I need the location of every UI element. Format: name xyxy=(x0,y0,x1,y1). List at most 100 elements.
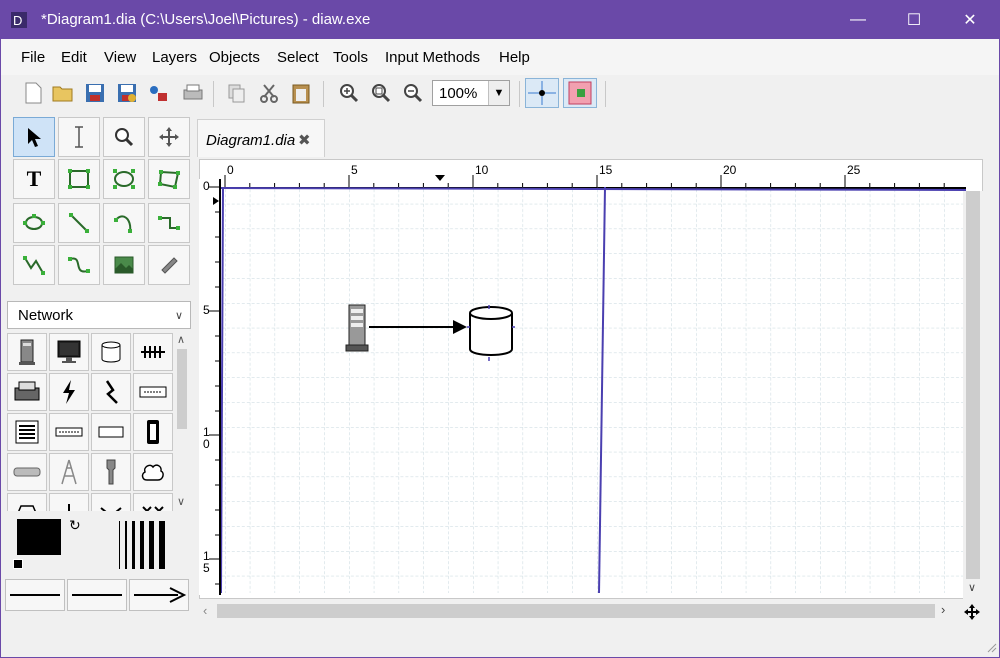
antenna-shape[interactable] xyxy=(49,453,89,491)
chevron-right-icon[interactable]: › xyxy=(941,602,945,617)
wireless-shape[interactable] xyxy=(91,453,131,491)
magnify-icon xyxy=(115,128,134,147)
flat-terminal-shape[interactable] xyxy=(91,413,131,451)
switch-shape[interactable] xyxy=(91,493,131,511)
server-shape[interactable] xyxy=(345,304,369,352)
patch-panel-icon xyxy=(147,420,159,444)
zoom-value[interactable]: 100% xyxy=(439,85,477,102)
zoom-in-icon[interactable] xyxy=(337,81,361,105)
copy-icon[interactable] xyxy=(225,81,249,105)
menu-input-methods[interactable]: Input Methods xyxy=(385,49,480,66)
close-icon[interactable]: ✕ xyxy=(947,1,993,39)
canvas-horizontal-scrollbar[interactable]: ‹ › xyxy=(199,599,959,623)
antenna-icon xyxy=(61,459,77,485)
snap-to-objects-icon[interactable] xyxy=(563,78,597,108)
paste-icon[interactable] xyxy=(289,81,313,105)
computer-tower-shape[interactable] xyxy=(7,333,47,371)
text-tool[interactable]: T xyxy=(13,159,55,199)
save-as-icon[interactable] xyxy=(115,81,139,105)
modem-shape[interactable] xyxy=(133,373,173,411)
tab-label[interactable]: Diagram1.dia xyxy=(206,132,295,149)
chevron-up-icon[interactable]: ∧ xyxy=(177,333,185,346)
firewall-shape[interactable] xyxy=(7,493,47,511)
menu-tools[interactable]: Tools xyxy=(333,49,368,66)
foreground-color-swatch[interactable] xyxy=(17,519,61,555)
arc-tool[interactable] xyxy=(103,203,145,243)
bus-shape[interactable] xyxy=(133,333,173,371)
cloud-shape[interactable] xyxy=(133,453,173,491)
bridge-shape[interactable] xyxy=(133,493,173,511)
line-tool[interactable] xyxy=(58,203,100,243)
zoom-fit-icon[interactable] xyxy=(369,81,393,105)
new-icon[interactable] xyxy=(21,81,45,105)
cut-icon[interactable] xyxy=(257,81,281,105)
box-tool[interactable] xyxy=(58,159,100,199)
zoom-combo[interactable]: 100% ▼ xyxy=(432,80,510,106)
storage-shape[interactable] xyxy=(91,333,131,371)
bezier-line-tool[interactable] xyxy=(58,245,100,285)
database-shape[interactable] xyxy=(467,305,515,361)
canvas-vertical-scrollbar[interactable]: ∨ xyxy=(963,191,983,599)
printer-shape[interactable] xyxy=(7,373,47,411)
save-icon[interactable] xyxy=(83,81,107,105)
text-edit-tool[interactable] xyxy=(58,117,100,157)
rack-shape[interactable] xyxy=(7,413,47,451)
open-icon[interactable] xyxy=(51,81,75,105)
magnify-tool[interactable] xyxy=(103,117,145,157)
end-arrow-selector[interactable] xyxy=(129,579,189,611)
ellipse-tool[interactable] xyxy=(103,159,145,199)
minimize-icon[interactable]: — xyxy=(835,1,881,39)
wireless-icon xyxy=(106,459,116,485)
horizontal-scroll-thumb[interactable] xyxy=(217,604,935,618)
polygon-tool[interactable] xyxy=(148,159,190,199)
sheet-selector[interactable]: Network ∨ xyxy=(7,301,191,329)
chevron-down-icon[interactable]: ∨ xyxy=(177,495,185,508)
print-icon[interactable] xyxy=(181,81,205,105)
crossroads-shape[interactable] xyxy=(49,493,89,511)
pointer-tool[interactable] xyxy=(13,117,55,157)
monitor-shape[interactable] xyxy=(49,333,89,371)
navigate-icon[interactable] xyxy=(963,603,981,621)
tab-diagram1[interactable]: Diagram1.dia ✖ xyxy=(197,119,325,157)
zoom-out-icon[interactable] xyxy=(401,81,425,105)
menu-file[interactable]: File xyxy=(21,49,45,66)
maximize-icon[interactable]: ☐ xyxy=(891,1,937,39)
drawing-canvas[interactable] xyxy=(221,187,966,593)
chevron-down-icon[interactable]: ▼ xyxy=(488,81,509,105)
snap-to-grid-icon[interactable] xyxy=(525,78,559,108)
menu-help[interactable]: Help xyxy=(499,49,530,66)
default-colors-icon[interactable] xyxy=(13,559,23,569)
line-width-selector[interactable] xyxy=(113,519,169,571)
menu-view[interactable]: View xyxy=(104,49,136,66)
start-arrow-selector[interactable] xyxy=(5,579,65,611)
outline-tool[interactable] xyxy=(148,245,190,285)
vertical-scroll-thumb[interactable] xyxy=(966,191,980,579)
chevron-left-icon[interactable]: ‹ xyxy=(203,603,207,618)
export-icon[interactable] xyxy=(147,81,171,105)
menu-edit[interactable]: Edit xyxy=(61,49,87,66)
patch-panel-shape[interactable] xyxy=(133,413,173,451)
lightning-shape[interactable] xyxy=(49,373,89,411)
image-tool[interactable] xyxy=(103,245,145,285)
router-shape[interactable] xyxy=(7,453,47,491)
switch-icon xyxy=(100,507,122,511)
resize-grip-icon[interactable] xyxy=(985,641,997,653)
close-icon[interactable]: ✖ xyxy=(298,131,311,149)
palette-scrollbar[interactable]: ∧ ∨ xyxy=(173,331,191,511)
hub-shape[interactable] xyxy=(49,413,89,451)
zigzag-line-tool[interactable] xyxy=(148,203,190,243)
menu-objects[interactable]: Objects xyxy=(209,49,260,66)
chevron-down-icon[interactable]: ∨ xyxy=(968,581,976,594)
line-style-selector[interactable] xyxy=(67,579,127,611)
menu-select[interactable]: Select xyxy=(277,49,319,66)
pointer-icon xyxy=(28,128,41,147)
ruler-label: 0 xyxy=(203,179,210,193)
swap-colors-icon[interactable]: ↻ xyxy=(69,517,81,534)
chevron-down-icon[interactable]: ∨ xyxy=(168,302,190,328)
polyline-tool[interactable] xyxy=(13,245,55,285)
wan-link-shape[interactable] xyxy=(91,373,131,411)
beziergon-tool[interactable] xyxy=(13,203,55,243)
scroll-tool[interactable] xyxy=(148,117,190,157)
palette-scroll-thumb[interactable] xyxy=(177,349,187,429)
menu-layers[interactable]: Layers xyxy=(152,49,197,66)
